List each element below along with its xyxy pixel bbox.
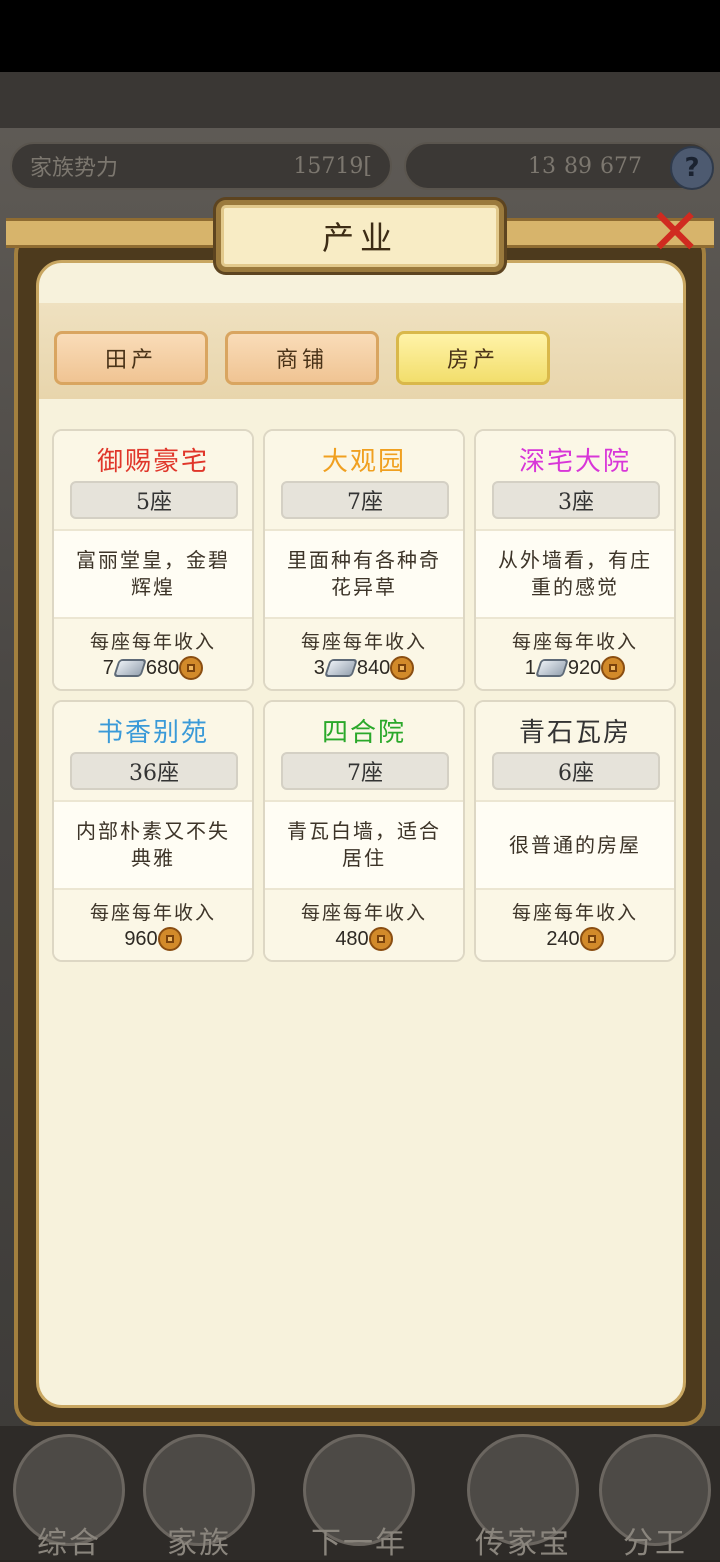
bottom-nav: 综合 家族 下一年 传家宝 分工	[0, 1426, 720, 1561]
copper-coin-icon	[601, 656, 626, 680]
property-description: 很普通的房屋	[476, 802, 674, 890]
property-name: 青石瓦房	[518, 718, 631, 748]
card-footer: 每座每年收入 480	[265, 890, 463, 960]
close-icon[interactable]: ✕	[640, 198, 710, 268]
silver-amount: 3	[313, 656, 325, 679]
card-header: 青石瓦房 6座	[476, 702, 674, 802]
income-label: 每座每年收入	[89, 631, 216, 653]
income-value: 7 680	[54, 656, 252, 680]
status-bar	[0, 0, 720, 72]
copper-coin-icon	[390, 656, 415, 680]
silver-count: 89	[564, 153, 592, 179]
nav-family[interactable]: 家族	[134, 1434, 264, 1561]
copper-coin-icon	[579, 927, 604, 951]
property-name: 大观园	[321, 447, 406, 477]
property-description: 青瓦白墙，适合居住	[265, 802, 463, 890]
copper-amount: 840	[356, 656, 391, 679]
modal-title-plate: 产业	[216, 200, 504, 272]
modal-content: 田产 商铺 房产 御赐豪宅 5座 富丽堂皇，金碧辉煌 每座每年收入 7 680 大观园 7座里…	[36, 260, 686, 1408]
tab-houses[interactable]: 房产	[396, 331, 550, 385]
property-card[interactable]: 书香别苑 36座内部朴素又不失典雅每座每年收入 960	[52, 700, 254, 962]
property-description: 里面种有各种奇花异草	[265, 531, 463, 619]
property-count: 7座	[281, 752, 449, 790]
card-footer: 每座每年收入 240	[476, 890, 674, 960]
currency-bar: 13 89 677	[404, 142, 714, 190]
property-count: 5座	[70, 481, 238, 519]
nav-next-year-label: 下一年	[311, 1526, 407, 1561]
property-count: 36座	[70, 752, 238, 790]
tab-bar: 田产 商铺 房产	[39, 303, 683, 399]
nav-next-year[interactable]: 下一年	[294, 1434, 424, 1561]
copper-amount: 240	[546, 927, 580, 950]
card-footer: 每座每年收入 960	[54, 890, 252, 960]
property-description: 富丽堂皇，金碧辉煌	[54, 531, 252, 619]
income-value: 480	[265, 927, 463, 951]
property-card[interactable]: 御赐豪宅 5座富丽堂皇，金碧辉煌每座每年收入 7 680	[52, 429, 254, 691]
income-label: 每座每年收入	[89, 902, 216, 924]
family-power-bar: 家族势力 15719[	[10, 142, 392, 190]
property-count: 6座	[492, 752, 660, 790]
income-label: 每座每年收入	[511, 631, 638, 653]
card-header: 书香别苑 36座	[54, 702, 252, 802]
property-card[interactable]: 四合院 7座青瓦白墙，适合居住每座每年收入 480	[263, 700, 465, 962]
copper-coin-icon	[368, 927, 393, 951]
card-header: 大观园 7座	[265, 431, 463, 531]
nav-family-label: 家族	[167, 1526, 231, 1561]
income-label: 每座每年收入	[511, 902, 638, 924]
card-footer: 每座每年收入 7 680	[54, 619, 252, 689]
copper-coin-icon	[179, 656, 204, 680]
silver-amount: 1	[524, 656, 536, 679]
silver-ingot-icon	[323, 659, 358, 677]
nav-division-label: 分工	[623, 1526, 687, 1561]
help-button[interactable]: ?	[670, 146, 714, 190]
property-name: 御赐豪宅	[96, 447, 209, 477]
property-modal: 田产 商铺 房产 御赐豪宅 5座 富丽堂皇，金碧辉煌 每座每年收入 7 680 大观园 7座里…	[14, 232, 706, 1426]
modal-title: 产业	[321, 219, 398, 257]
income-value: 240	[476, 927, 674, 951]
gold-count: 13	[528, 153, 556, 179]
property-card[interactable]: 深宅大院 3座 从外墙看，有庄重的感觉 每座每年收入 1 920	[474, 429, 676, 691]
income-label: 每座每年收入	[300, 631, 427, 653]
tab-farmland[interactable]: 田产	[54, 331, 208, 385]
income-value: 3 840	[265, 656, 463, 680]
property-card[interactable]: 大观园 7座里面种有各种奇花异草每座每年收入 3 840	[263, 429, 465, 691]
property-count: 7座	[281, 481, 449, 519]
property-name: 四合院	[321, 718, 406, 748]
copper-amount: 480	[335, 927, 369, 950]
card-footer: 每座每年收入 1 920	[476, 619, 674, 689]
card-header: 四合院 7座	[265, 702, 463, 802]
property-count: 3座	[492, 481, 660, 519]
nav-heirloom-label: 传家宝	[475, 1526, 571, 1561]
income-value: 1 920	[476, 656, 674, 680]
card-footer: 每座每年收入 3 840	[265, 619, 463, 689]
family-power-label: 家族势力	[30, 156, 119, 181]
copper-amount: 920	[567, 656, 602, 679]
property-name: 深宅大院	[518, 447, 631, 477]
copper-coin-icon	[157, 927, 182, 951]
top-strip	[0, 72, 720, 128]
income-label: 每座每年收入	[300, 902, 427, 924]
title-ribbon-left	[6, 218, 220, 248]
property-description: 从外墙看，有庄重的感觉	[476, 531, 674, 619]
nav-general[interactable]: 综合	[4, 1434, 134, 1561]
card-header: 深宅大院 3座	[476, 431, 674, 531]
silver-ingot-icon	[112, 659, 147, 677]
copper-count: 677	[600, 153, 642, 179]
card-header: 御赐豪宅 5座	[54, 431, 252, 531]
silver-amount: 7	[102, 656, 114, 679]
nav-general-label: 综合	[37, 1526, 101, 1561]
family-power-value: 15719[	[293, 153, 372, 179]
nav-heirloom[interactable]: 传家宝	[458, 1434, 588, 1561]
copper-amount: 960	[124, 927, 158, 950]
property-description: 内部朴素又不失典雅	[54, 802, 252, 890]
copper-amount: 680	[145, 656, 180, 679]
nav-division[interactable]: 分工	[590, 1434, 720, 1561]
silver-ingot-icon	[534, 659, 569, 677]
property-card[interactable]: 青石瓦房 6座很普通的房屋每座每年收入 240	[474, 700, 676, 962]
tab-shops[interactable]: 商铺	[225, 331, 379, 385]
income-value: 960	[54, 927, 252, 951]
property-name: 书香别苑	[96, 718, 209, 748]
